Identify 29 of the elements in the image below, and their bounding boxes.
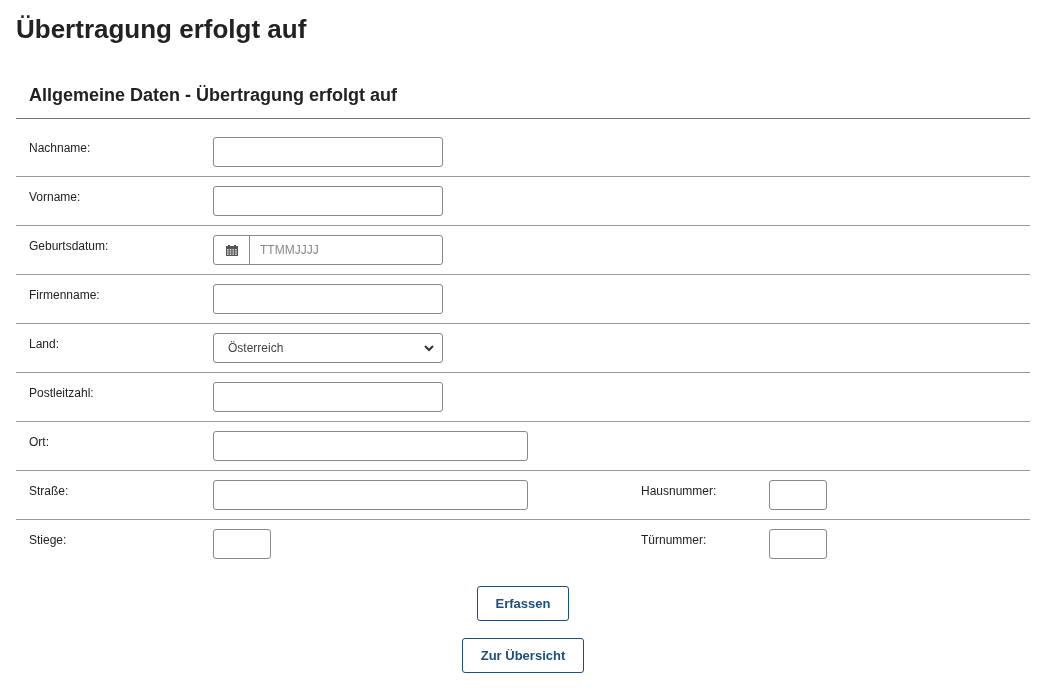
date-field[interactable]: TTMMJJJJ xyxy=(213,235,443,265)
text-field[interactable] xyxy=(769,480,827,510)
chevron-down-icon xyxy=(424,344,434,352)
field-label: Firmenname: xyxy=(29,287,101,302)
text-field[interactable] xyxy=(769,529,827,559)
country-select[interactable]: Österreich xyxy=(213,333,443,363)
page-title: Übertragung erfolgt auf xyxy=(16,14,308,45)
field-label: Geburtsdatum: xyxy=(29,238,110,253)
text-field[interactable] xyxy=(213,284,443,314)
overview-button[interactable]: Zur Übersicht xyxy=(461,638,585,673)
calendar-icon[interactable] xyxy=(225,244,238,256)
field-label: Hausnummer: xyxy=(641,483,718,498)
field-label: Land: xyxy=(29,336,61,351)
text-field[interactable] xyxy=(213,529,271,559)
text-field[interactable] xyxy=(213,480,528,510)
text-field[interactable] xyxy=(213,431,528,461)
field-label: Vorname: xyxy=(29,189,82,204)
text-field[interactable] xyxy=(213,382,443,412)
date-placeholder: TTMMJJJJ xyxy=(259,243,320,257)
field-label: Straße: xyxy=(29,483,70,498)
field-label: Ort: xyxy=(29,434,50,449)
field-label: Nachname: xyxy=(29,140,92,155)
field-label: Türnummer: xyxy=(641,532,708,547)
text-field[interactable] xyxy=(213,186,443,216)
text-field[interactable] xyxy=(213,137,443,167)
field-label: Postleitzahl: xyxy=(29,385,95,400)
field-label: Stiege: xyxy=(29,532,68,547)
submit-button[interactable]: Erfassen xyxy=(476,586,570,621)
section-heading: Allgemeine Daten - Übertragung erfolgt auf xyxy=(29,84,399,107)
